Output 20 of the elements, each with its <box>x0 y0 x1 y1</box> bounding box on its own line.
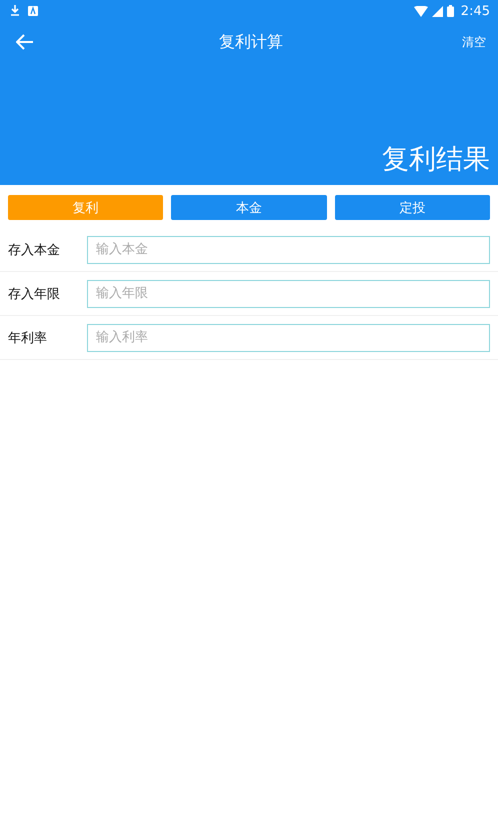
download-icon <box>10 5 20 17</box>
input-field[interactable]: 输入年限 <box>87 280 490 308</box>
input-field[interactable]: 输入本金 <box>87 236 490 264</box>
signal-icon <box>432 6 443 16</box>
status-time: 2:45 <box>460 4 490 18</box>
field-label: 存入年限 <box>8 286 61 302</box>
clear-button[interactable]: 清空 <box>460 32 488 52</box>
notification-icon <box>28 6 38 16</box>
mode-tab[interactable]: 定投 <box>334 195 490 220</box>
field-label: 年利率 <box>8 330 48 346</box>
input-field[interactable]: 输入利率 <box>87 324 490 352</box>
result-title: 复利结果 <box>382 143 490 177</box>
back-arrow-icon <box>16 34 34 50</box>
mode-tab[interactable]: 本金 <box>171 195 327 220</box>
mode-tab[interactable]: 复利 <box>8 195 164 220</box>
battery-icon <box>446 5 454 17</box>
screen-title: 复利计算 <box>219 32 283 52</box>
field-label: 存入本金 <box>8 242 61 258</box>
back-button[interactable] <box>14 32 36 52</box>
wifi-icon <box>414 6 428 16</box>
